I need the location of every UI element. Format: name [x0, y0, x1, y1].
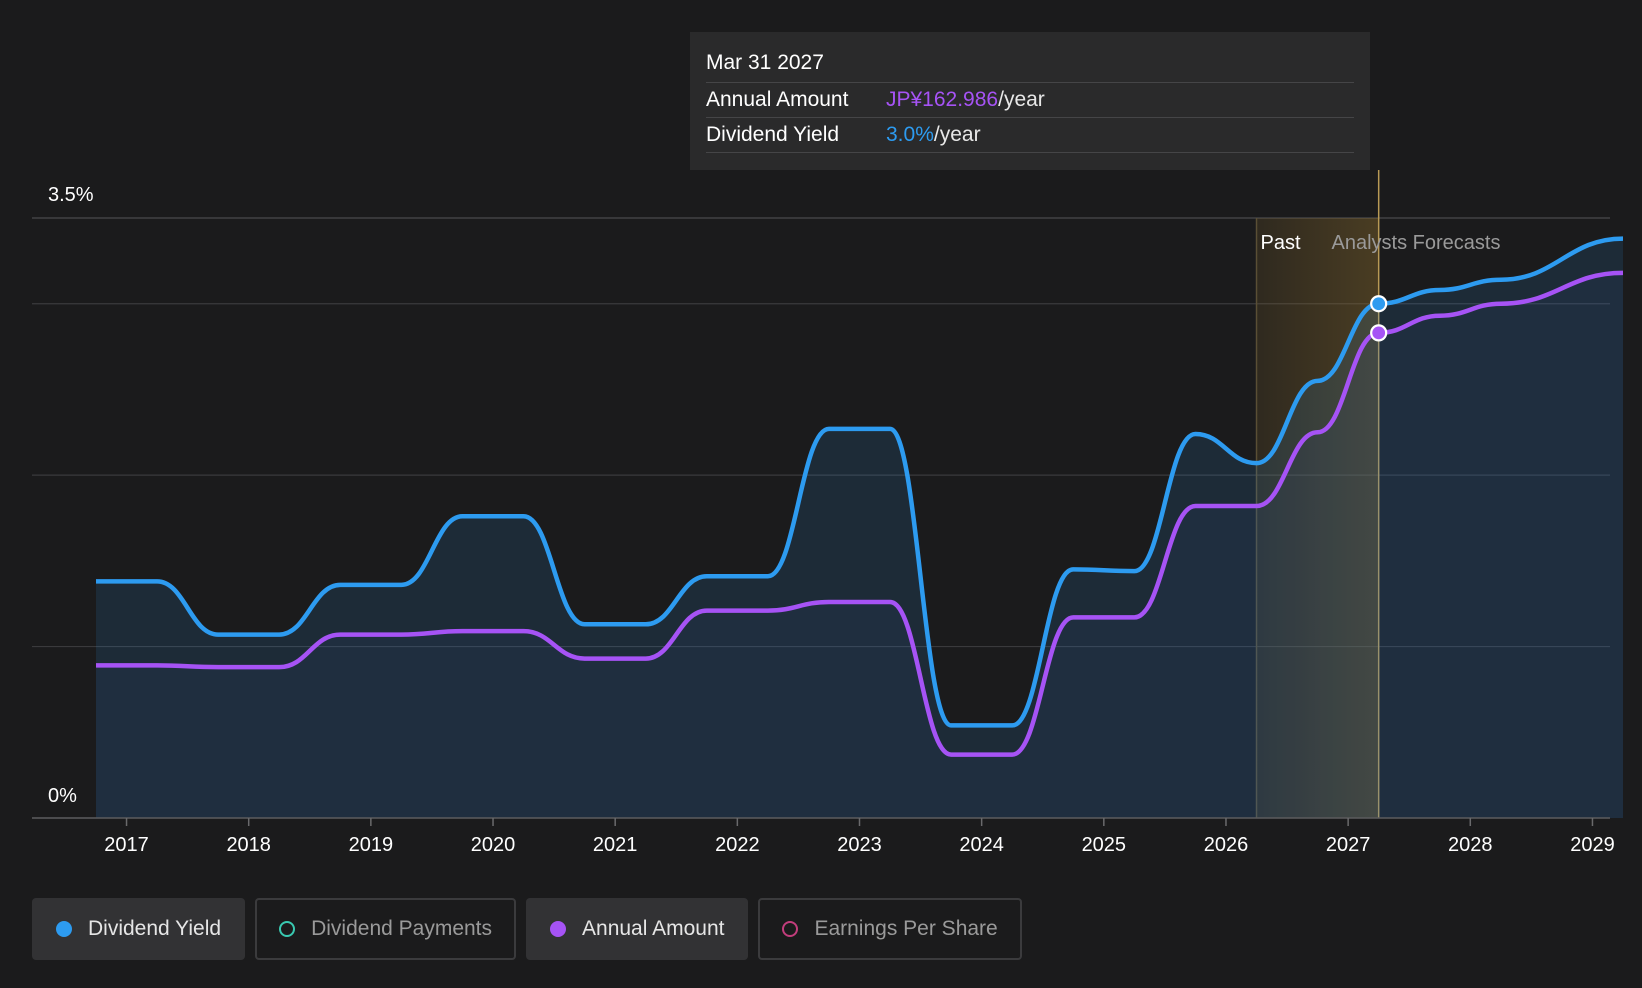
legend-label: Annual Amount — [582, 917, 725, 940]
x-tick-label: 2019 — [349, 834, 394, 856]
dividend-yield-cursor-point — [1370, 295, 1388, 313]
legend-dividend-payments-button[interactable]: Dividend Payments — [255, 898, 517, 960]
legend-annual-amount-button[interactable]: Annual Amount — [526, 898, 749, 960]
legend-dividend-yield-button[interactable]: Dividend Yield — [32, 898, 246, 960]
tooltip-value: 3.0% — [886, 123, 934, 146]
chart-tooltip: Mar 31 2027 Annual Amount JP¥162.986 /ye… — [690, 32, 1370, 170]
legend-label: Earnings Per Share — [814, 917, 998, 940]
tooltip-row-dividend-yield: Dividend Yield 3.0% /year — [706, 118, 1354, 153]
x-tick-label: 2025 — [1082, 834, 1127, 856]
legend-earnings-per-share-button[interactable]: Earnings Per Share — [758, 898, 1022, 960]
x-tick-label: 2018 — [226, 834, 271, 856]
legend-label: Dividend Yield — [88, 917, 222, 940]
analysts-forecasts-label: Analysts Forecasts — [1332, 232, 1501, 254]
x-tick-label: 2029 — [1570, 834, 1615, 856]
x-tick-label: 2026 — [1204, 834, 1249, 856]
tooltip-label: Dividend Yield — [706, 123, 840, 146]
y-tick-label-bottom: 0% — [48, 785, 77, 807]
x-tick-label: 2020 — [471, 834, 516, 856]
filled-dot-icon — [550, 921, 567, 937]
x-tick-label: 2022 — [715, 834, 760, 856]
tooltip-row-annual-amount: Annual Amount JP¥162.986 /year — [706, 83, 1354, 118]
x-tick-label: 2017 — [104, 834, 149, 856]
chart-legend: Dividend Yield Dividend Payments Annual … — [32, 898, 1022, 960]
tooltip-value: JP¥162.986 — [886, 88, 999, 111]
tooltip-unit: /year — [933, 123, 981, 146]
tooltip-unit: /year — [998, 88, 1045, 111]
tooltip-date: Mar 31 2027 — [706, 48, 1354, 83]
x-tick-label: 2023 — [837, 834, 882, 856]
x-tick-label: 2024 — [959, 834, 1004, 856]
x-tick-label: 2027 — [1326, 834, 1371, 856]
hollow-dot-icon — [279, 921, 296, 937]
y-tick-label-top: 3.5% — [48, 184, 94, 206]
x-tick-label: 2021 — [593, 834, 638, 856]
tooltip-label: Annual Amount — [706, 88, 849, 111]
legend-label: Dividend Payments — [311, 917, 493, 940]
past-label: Past — [1260, 232, 1300, 254]
x-tick-label: 2028 — [1448, 834, 1493, 856]
hollow-dot-icon — [782, 921, 799, 937]
filled-dot-icon — [56, 921, 72, 937]
annual-amount-cursor-point — [1370, 324, 1388, 342]
